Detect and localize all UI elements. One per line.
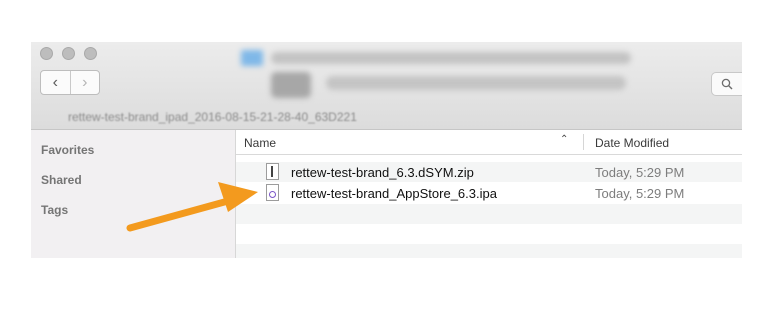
annotation-arrow <box>126 182 258 232</box>
